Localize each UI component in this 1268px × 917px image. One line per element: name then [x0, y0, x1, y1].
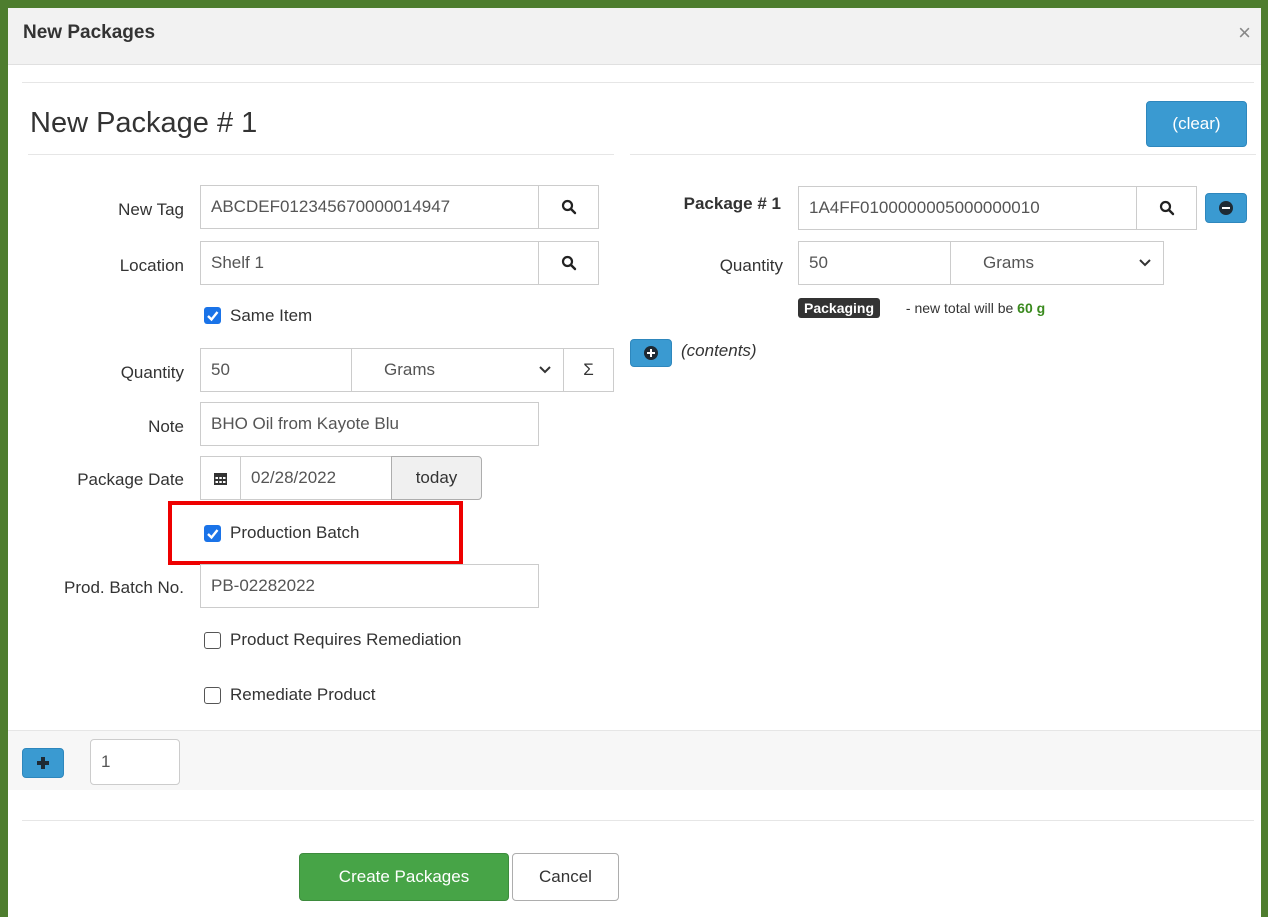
hint-prefix: - new total will be: [902, 300, 1018, 316]
search-icon: [1159, 200, 1174, 216]
new-tag-input[interactable]: ABCDEF012345670000014947: [200, 185, 539, 229]
source-quantity-input[interactable]: 50: [798, 241, 951, 285]
package-date-label: Package Date: [77, 470, 184, 489]
location-input[interactable]: Shelf 1: [200, 241, 539, 285]
calendar-button[interactable]: [200, 456, 241, 500]
package-date-input[interactable]: 02/28/2022: [240, 456, 392, 500]
right-divider: [630, 154, 1256, 155]
prod-batch-no-input[interactable]: PB-02282022: [200, 564, 539, 608]
today-button[interactable]: today: [391, 456, 482, 500]
same-item-checkbox[interactable]: [204, 307, 221, 324]
quantity-unit-select[interactable]: Grams: [351, 348, 564, 392]
chevron-down-icon: [1139, 259, 1151, 267]
source-unit-select[interactable]: Grams: [950, 241, 1164, 285]
search-icon: [561, 255, 576, 271]
check-icon: [207, 529, 219, 540]
requires-remediation-checkbox[interactable]: [204, 632, 221, 649]
new-tag-search-button[interactable]: [538, 185, 599, 229]
add-package-button[interactable]: [22, 748, 64, 778]
clear-button[interactable]: (clear): [1146, 101, 1247, 147]
modal-header: New Packages ×: [8, 8, 1261, 65]
remediate-product-checkbox[interactable]: [204, 687, 221, 704]
hint-total: 60 g: [1017, 300, 1046, 316]
prod-batch-no-label: Prod. Batch No.: [63, 578, 184, 597]
minus-circle-icon: [1219, 201, 1233, 215]
footer-divider: [22, 820, 1254, 821]
left-divider: [28, 154, 614, 155]
source-package-label: Package # 1: [683, 194, 781, 213]
new-tag-label: New Tag: [118, 200, 184, 219]
cancel-button[interactable]: Cancel: [512, 853, 619, 901]
source-unit-value: Grams: [983, 253, 1034, 272]
add-contents-button[interactable]: [630, 339, 672, 367]
modal-title: New Packages: [23, 22, 156, 43]
chevron-down-icon: [539, 366, 551, 374]
quantity-label: Quantity: [120, 363, 184, 382]
plus-circle-icon: [644, 346, 658, 360]
create-packages-button[interactable]: Create Packages: [299, 853, 509, 901]
note-input[interactable]: BHO Oil from Kayote Blu: [200, 402, 539, 446]
same-item-label: Same Item: [230, 306, 313, 325]
contents-label: (contents): [681, 341, 757, 360]
quantity-unit-value: Grams: [384, 360, 435, 379]
add-package-band: [8, 730, 1261, 790]
plus-icon: [37, 757, 49, 769]
packaging-badge: Packaging: [798, 298, 881, 318]
new-packages-modal: New Packages × New Package # 1 (clear) N…: [8, 8, 1261, 917]
close-icon[interactable]: ×: [1238, 20, 1251, 46]
remove-source-button[interactable]: [1205, 193, 1247, 223]
quantity-input[interactable]: 50: [200, 348, 352, 392]
location-label: Location: [119, 256, 184, 275]
sum-button[interactable]: Σ: [563, 348, 614, 392]
remediate-product-label: Remediate Product: [230, 685, 376, 704]
package-count-input[interactable]: 1: [90, 739, 180, 785]
source-package-tag-input[interactable]: 1A4FF0100000005000000010: [798, 186, 1137, 230]
production-batch-label: Production Batch: [230, 523, 360, 542]
source-package-search-button[interactable]: [1136, 186, 1197, 230]
calendar-icon: [214, 472, 227, 485]
package-heading: New Package # 1: [30, 107, 258, 139]
location-search-button[interactable]: [538, 241, 599, 285]
requires-remediation-label: Product Requires Remediation: [230, 630, 462, 649]
production-batch-checkbox[interactable]: [204, 525, 221, 542]
new-total-hint: - new total will be 60 g: [902, 300, 1045, 316]
note-label: Note: [148, 417, 184, 436]
search-icon: [561, 199, 576, 215]
check-icon: [207, 311, 219, 322]
divider: [22, 82, 1254, 83]
source-quantity-label: Quantity: [719, 256, 783, 275]
